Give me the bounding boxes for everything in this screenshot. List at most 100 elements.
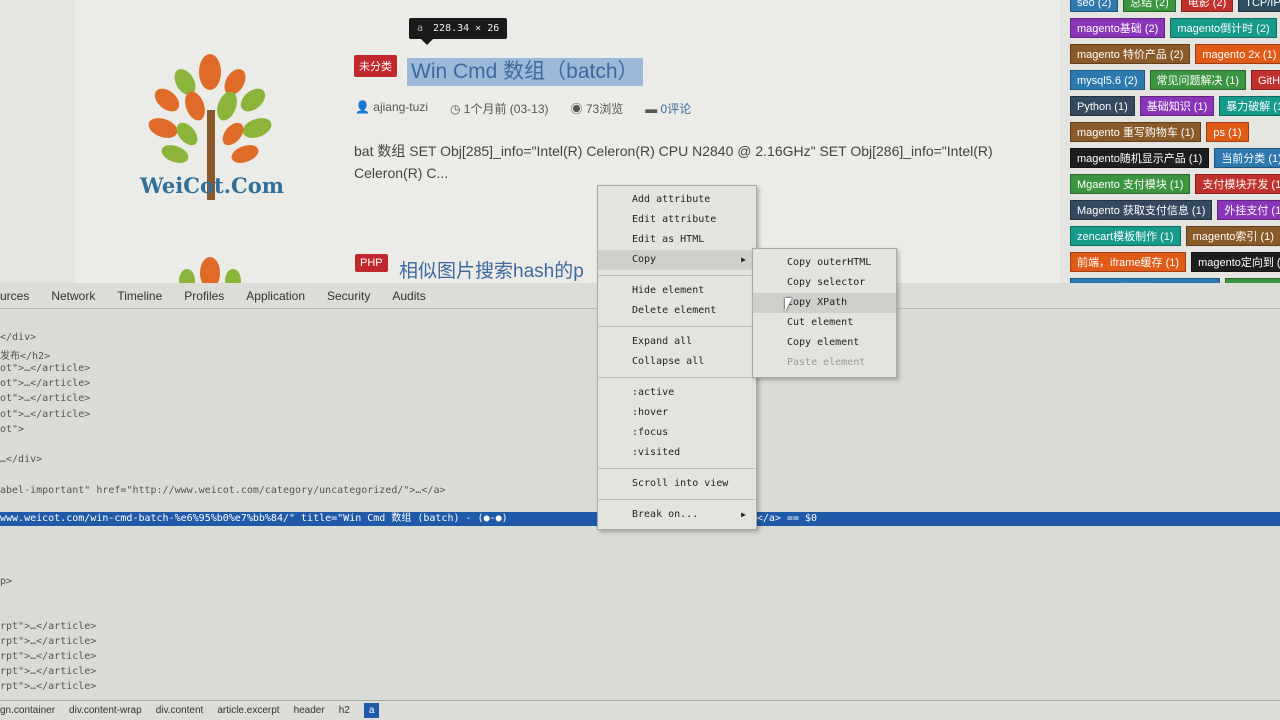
tag-link[interactable]: Python (1) [1070, 96, 1135, 116]
article-title-link[interactable]: Win Cmd 数组（batch） [407, 58, 643, 86]
devtools-tab[interactable]: urces [0, 289, 29, 303]
devtools-tab[interactable]: Profiles [184, 289, 224, 303]
menu-item[interactable]: Copy ▶ [598, 250, 756, 270]
article-meta: 👤 ajiang-tuzi ◷ 1个月前 (03-13) ◉ 73浏览 ▬ 0评… [355, 100, 691, 117]
menu-item[interactable]: :visited [598, 443, 756, 463]
tag-link[interactable]: Magento 获取支付信息 (1) [1070, 200, 1213, 220]
context-menu: Add attribute Edit attribute Edit as HTML C… [597, 185, 757, 530]
devtools-tab[interactable]: Audits [392, 289, 425, 303]
code-line[interactable]: ot">…</article> [0, 409, 90, 420]
code-line[interactable]: rpt">…</article> [0, 621, 96, 632]
code-line[interactable]: rpt">…</article> [0, 681, 96, 692]
tag-link[interactable]: GitHub [1251, 70, 1280, 90]
comments[interactable]: ▬ 0评论 [645, 100, 691, 117]
tag-link[interactable]: magento基础 (2) [1070, 18, 1166, 38]
submenu-item[interactable]: Copy selector [753, 273, 896, 293]
tag-link[interactable]: zencart模板制作 (1) [1070, 226, 1181, 246]
tag-link[interactable]: magento 重写购物车 (1) [1070, 122, 1202, 142]
code-line[interactable]: abel-important" href="http://www.weicot.… [0, 485, 446, 496]
code-line[interactable]: ot"> [0, 424, 24, 435]
category-badge[interactable]: 未分类 [354, 55, 397, 77]
breadcrumb-item[interactable]: header [294, 705, 325, 716]
site-logo[interactable]: WeiCot.Com [125, 50, 300, 205]
tag-link[interactable]: magento随机显示产品 (1) [1070, 148, 1210, 168]
menu-item[interactable]: Scroll into view [598, 474, 756, 494]
tag-row: magento 特价产品 (2) magento 2x (1) [1070, 44, 1280, 66]
tag-link[interactable]: 总结 (2) [1123, 0, 1176, 12]
tag-link[interactable]: ps (1) [1206, 122, 1249, 142]
eye-icon: ◉ [570, 102, 586, 116]
devtools-tab[interactable]: Timeline [117, 289, 162, 303]
menu-item[interactable]: :hover [598, 403, 756, 423]
menu-item[interactable]: Expand all [598, 332, 756, 352]
breadcrumb-item[interactable]: div.content-wrap [69, 705, 142, 716]
tag-link[interactable]: 当前分类 (1) [1214, 148, 1280, 168]
tag-link[interactable]: 基础知识 (1) [1139, 96, 1215, 116]
code-line[interactable]: rpt">…</article> [0, 666, 96, 677]
date: ◷ 1个月前 (03-13) [449, 102, 549, 116]
devtools-tab[interactable]: Application [246, 289, 305, 303]
menu-item[interactable]: Edit as HTML [598, 230, 756, 250]
tag-link[interactable]: magento索引 (1) [1185, 226, 1280, 246]
tag-link[interactable]: 常见问题解决 (1) [1149, 70, 1247, 90]
submenu-item[interactable]: Cut element [753, 313, 896, 333]
submenu-arrow-icon: ▶ [741, 510, 746, 519]
tag-link[interactable]: mysql5.6 (2) [1070, 70, 1145, 90]
tag-link[interactable]: magento 2x (1) [1195, 44, 1280, 64]
menu-item[interactable]: :active [598, 383, 756, 403]
menu-item[interactable]: Delete element [598, 301, 756, 321]
tag-link[interactable]: TCP/IP [1238, 0, 1280, 12]
code-line[interactable]: p> [0, 576, 12, 587]
views: ◉ 73浏览 [570, 102, 624, 116]
submenu-item[interactable]: Copy XPath [753, 293, 896, 313]
menu-item[interactable]: Add attribute [598, 190, 756, 210]
tag-link[interactable]: 前端，iframe缓存 (1) [1070, 252, 1187, 272]
category-badge-php[interactable]: PHP [355, 254, 388, 272]
breadcrumb-item[interactable]: a [363, 703, 380, 718]
code-line[interactable]: </div> [0, 332, 36, 343]
tag-row: mysql5.6 (2)常见问题解决 (1)GitHub [1070, 70, 1280, 92]
tag-link[interactable]: Mgaento 支付模块 (1) [1070, 174, 1191, 194]
code-line[interactable]: ot">…</article> [0, 363, 90, 374]
tag-link[interactable]: magento倒计时 (2) [1170, 18, 1277, 38]
breadcrumb-item[interactable]: h2 [339, 705, 350, 716]
tag-link[interactable]: seo (2) [1070, 0, 1119, 12]
devtools-tab[interactable]: Network [51, 289, 95, 303]
author[interactable]: 👤 ajiang-tuzi [355, 100, 428, 117]
menu-item[interactable]: :focus [598, 423, 756, 443]
submenu-item: Paste element [787, 357, 866, 368]
menu-item[interactable]: Hide element [598, 281, 756, 301]
tag-row: magento基础 (2) magento倒计时 (2) [1070, 18, 1280, 40]
copy-submenu: Copy outerHTML Copy selector Copy XPath Cut… [752, 248, 897, 378]
tag-row: seo (2) 总结 (2) 电影 (2) TCP/IP [1070, 0, 1280, 14]
tag-link[interactable]: magento定向到 (1) [1191, 252, 1280, 272]
tag-link[interactable]: 外挂支付 (1) [1217, 200, 1280, 220]
code-line[interactable]: ot">…</article> [0, 393, 90, 404]
code-line[interactable]: ot">…</article> [0, 378, 90, 389]
tag-row: Mgaento 支付模块 (1) 支付模块开发 (1) [1070, 174, 1280, 196]
clock-icon: ◷ [449, 102, 464, 116]
submenu-item[interactable]: Copy outerHTML [753, 253, 896, 273]
tag-link[interactable]: 暴力破解 (1) [1219, 96, 1280, 116]
site-logo-small [179, 257, 241, 285]
tag-link[interactable]: 电影 (2) [1180, 0, 1234, 12]
breadcrumb-item[interactable]: gn.container [0, 705, 55, 716]
code-line[interactable]: …</div> [0, 454, 42, 465]
menu-item[interactable]: Break on... ▶ [598, 505, 756, 525]
mouse-cursor-icon [785, 298, 792, 312]
devtools-tab[interactable]: Security [327, 289, 370, 303]
breadcrumb-item[interactable]: article.excerpt [217, 705, 279, 716]
submenu-arrow-icon: ▶ [741, 255, 746, 264]
tag-row: Magento 获取支付信息 (1) 外挂支付 (1) [1070, 200, 1280, 222]
code-line[interactable]: rpt">…</article> [0, 651, 96, 662]
submenu-item[interactable]: Copy element [753, 333, 896, 353]
code-line[interactable]: rpt">…</article> [0, 636, 96, 647]
breadcrumb-item[interactable]: div.content [156, 705, 204, 716]
code-line[interactable]: 发布</h2> [0, 347, 50, 362]
logo-text: WeiCot.Com [139, 173, 284, 198]
menu-item[interactable]: Collapse all [598, 352, 756, 372]
tag-link[interactable]: magento 特价产品 (2) [1070, 44, 1191, 64]
article-title-link-2[interactable]: 相似图片搜索hash的p [399, 256, 584, 283]
tag-link[interactable]: 支付模块开发 (1) [1195, 174, 1280, 194]
menu-item[interactable]: Edit attribute [598, 210, 756, 230]
